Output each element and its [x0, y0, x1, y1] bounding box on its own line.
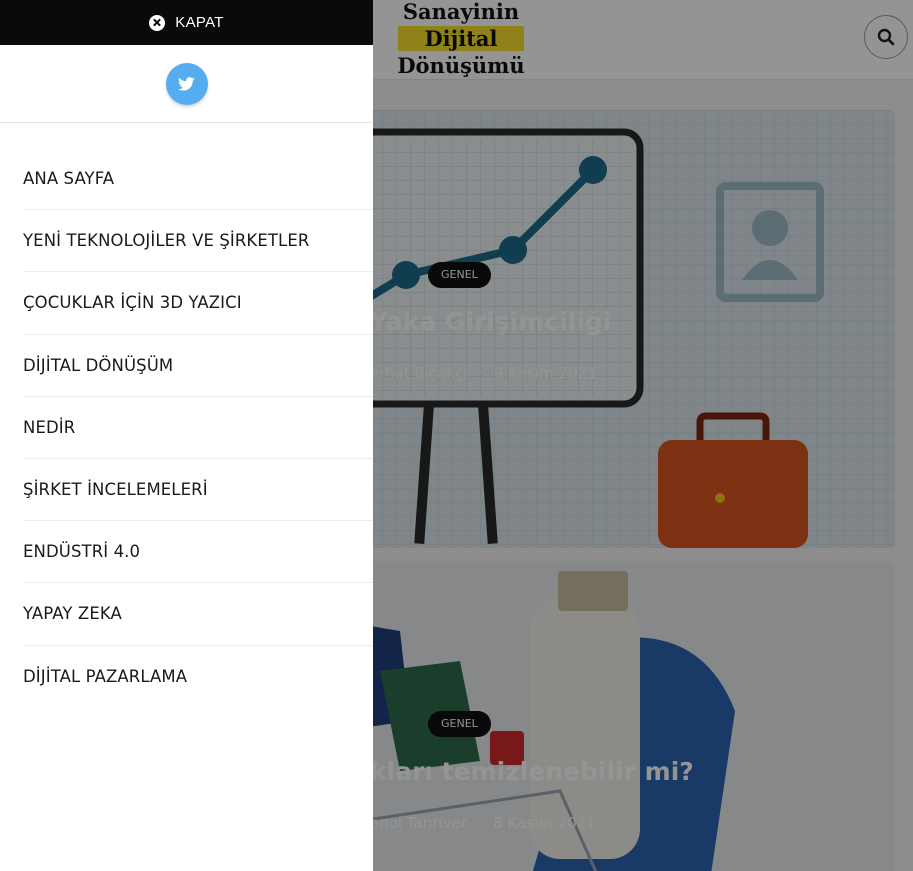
- close-drawer-button[interactable]: KAPAT: [0, 0, 373, 45]
- twitter-icon: [178, 76, 195, 91]
- menu-item[interactable]: ŞİRKET İNCELEMELERİ: [23, 459, 373, 522]
- menu-item[interactable]: ÇOCUKLAR İÇİN 3D YAZICI: [23, 272, 373, 335]
- menu-item[interactable]: YENİ TEKNOLOJİLER VE ŞİRKETLER: [23, 210, 373, 273]
- side-drawer: KAPAT ANA SAYFA YENİ TEKNOLOJİLER VE ŞİRK…: [0, 0, 373, 871]
- menu-item[interactable]: ENDÜSTRİ 4.0: [23, 521, 373, 584]
- menu-item[interactable]: NEDİR: [23, 397, 373, 459]
- close-label: KAPAT: [175, 14, 224, 31]
- menu-item[interactable]: YAPAY ZEKA: [23, 583, 373, 646]
- drawer-menu: ANA SAYFA YENİ TEKNOLOJİLER VE ŞİRKETLER Ç…: [0, 148, 373, 708]
- close-circle-icon: [149, 14, 166, 31]
- menu-item[interactable]: DİJİTAL PAZARLAMA: [23, 646, 373, 708]
- menu-item[interactable]: DİJİTAL DÖNÜŞÜM: [23, 335, 373, 397]
- social-links: [0, 45, 373, 123]
- menu-item[interactable]: ANA SAYFA: [23, 148, 373, 211]
- twitter-button[interactable]: [165, 62, 208, 105]
